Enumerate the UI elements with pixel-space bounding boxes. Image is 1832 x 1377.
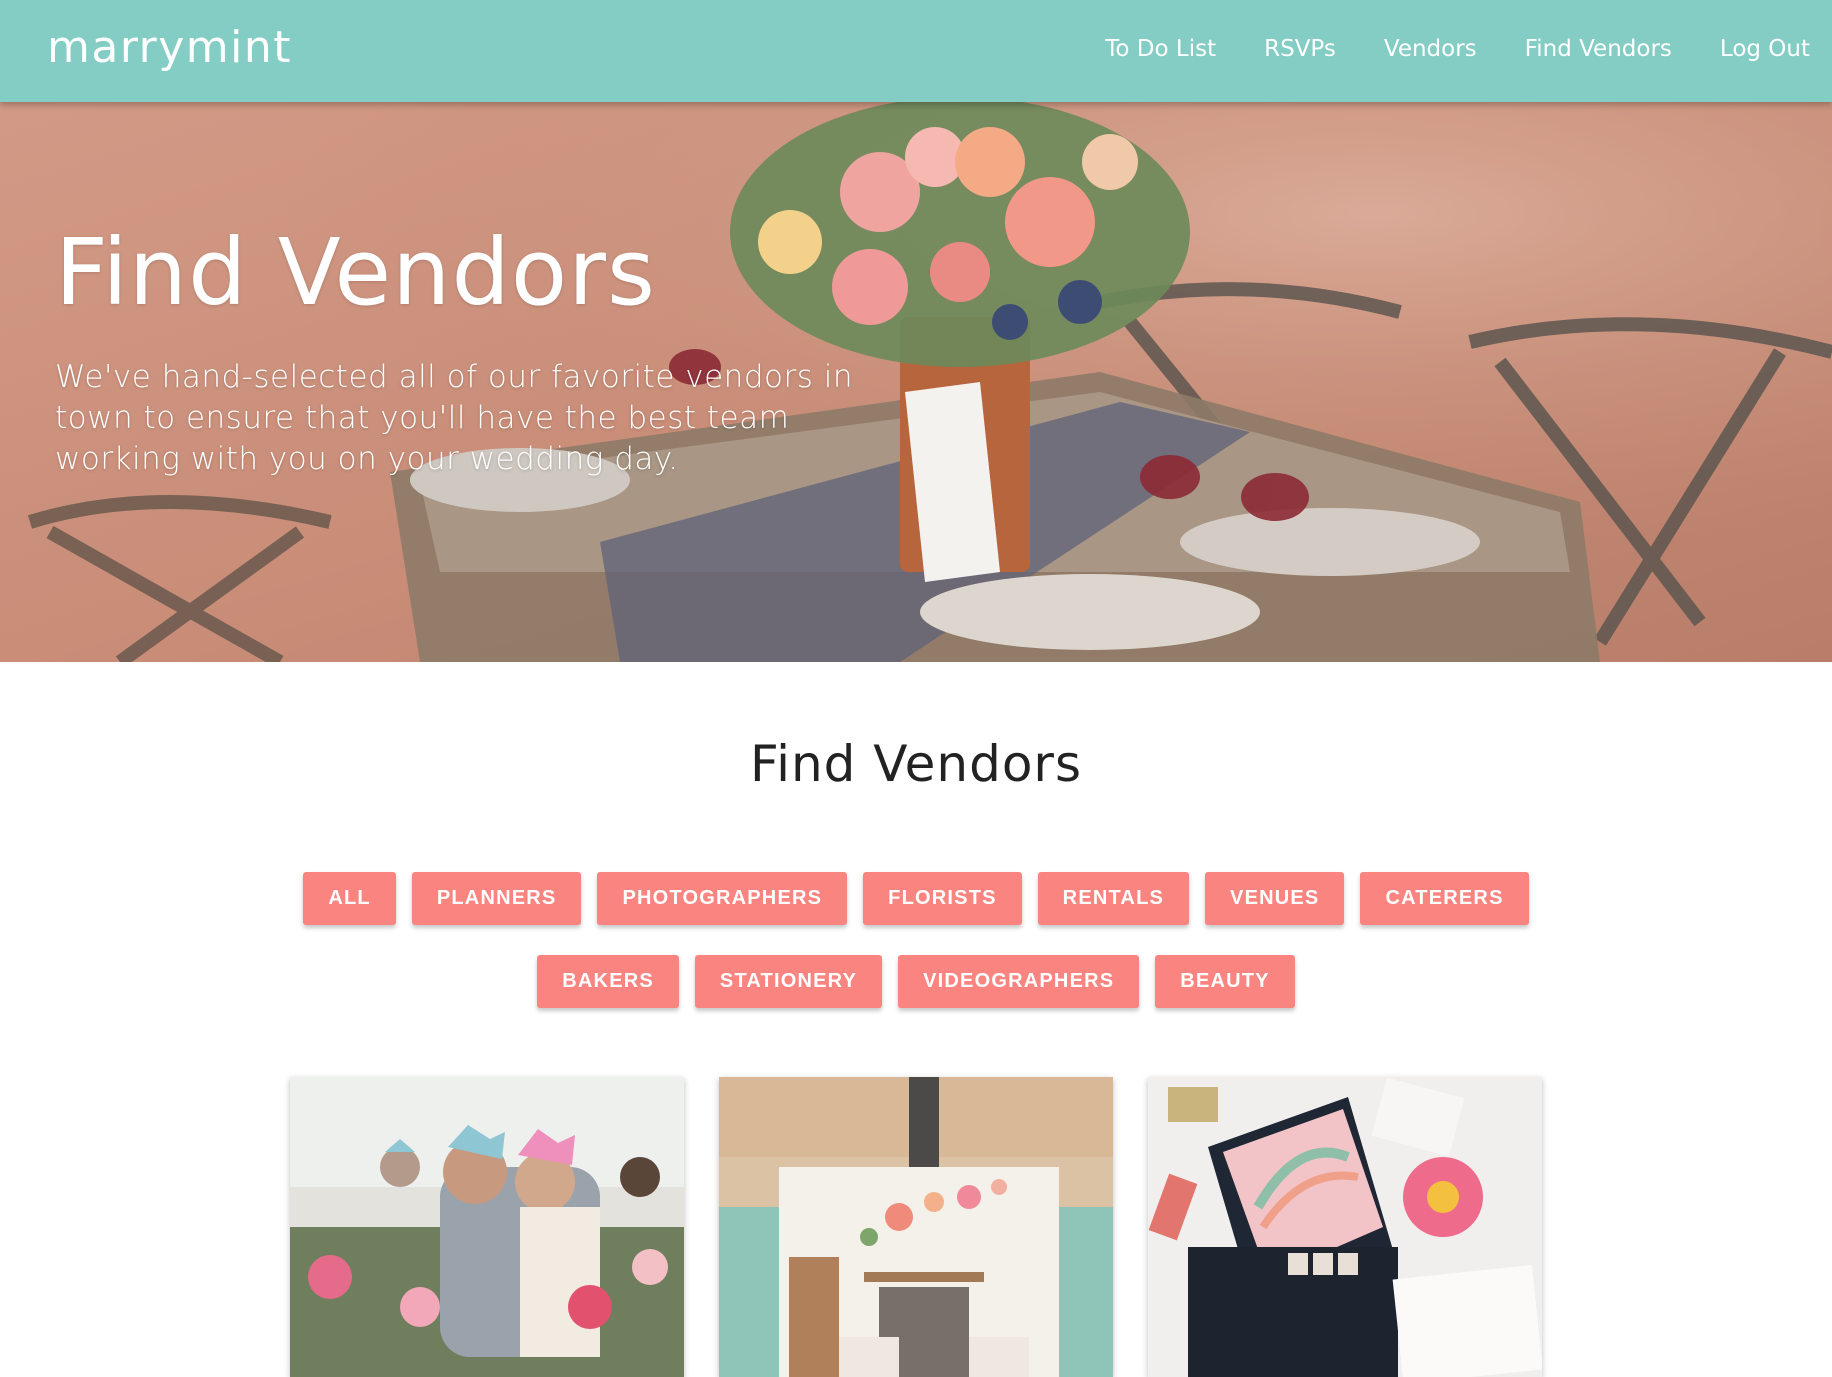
vendor-filter-group: ALL PLANNERS PHOTOGRAPHERS FLORISTS RENT… [300,872,1532,1008]
section-title: Find Vendors [749,735,1083,793]
vendor-card-photo [1148,1077,1542,1377]
vendor-card-photo [290,1077,684,1377]
filter-photographers-button[interactable]: PHOTOGRAPHERS [597,872,848,925]
filter-florists-button[interactable]: FLORISTS [863,872,1022,925]
filter-planners-button[interactable]: PLANNERS [411,872,582,925]
vendor-card-grid [290,1077,1542,1377]
filter-videographers-button[interactable]: VIDEOGRAPHERS [898,955,1140,1008]
vendor-card[interactable] [719,1077,1113,1377]
filter-beauty-button[interactable]: BEAUTY [1155,955,1295,1008]
filter-stationery-button[interactable]: STATIONERY [694,955,883,1008]
nav-link-todo[interactable]: To Do List [1105,36,1216,62]
nav-links: To Do List RSVPs Vendors Find Vendors Lo… [1105,36,1810,62]
nav-link-rsvps[interactable]: RSVPs [1264,36,1336,62]
filter-bakers-button[interactable]: BAKERS [537,955,679,1008]
filter-venues-button[interactable]: VENUES [1205,872,1345,925]
vendor-card[interactable] [1148,1077,1542,1377]
hero-banner: Find Vendors We've hand-selected all of … [0,102,1832,662]
brand-logo[interactable]: marrymint [47,22,292,73]
nav-link-logout[interactable]: Log Out [1720,36,1810,62]
filter-all-button[interactable]: ALL [303,872,396,925]
filter-caterers-button[interactable]: CATERERS [1360,872,1529,925]
filter-rentals-button[interactable]: RENTALS [1037,872,1190,925]
top-navbar: marrymint To Do List RSVPs Vendors Find … [0,0,1832,102]
vendor-card-photo [719,1077,1113,1377]
nav-link-vendors[interactable]: Vendors [1384,36,1477,62]
hero-title: Find Vendors [55,219,656,326]
nav-link-find-vendors[interactable]: Find Vendors [1525,36,1672,62]
vendor-card[interactable] [290,1077,684,1377]
hero-description: We've hand-selected all of our favorite … [55,359,853,477]
